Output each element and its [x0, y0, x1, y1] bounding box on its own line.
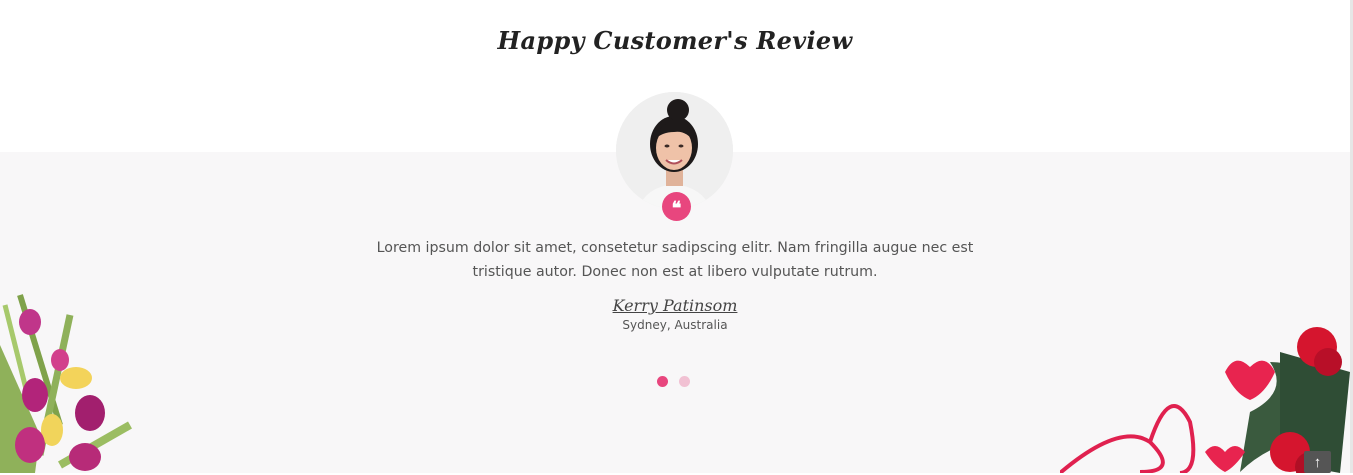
carousel-dot-2[interactable] — [679, 376, 690, 387]
reviewer-name[interactable]: Kerry Patinsom — [0, 296, 1350, 315]
back-to-top-button[interactable]: ↑ — [1304, 451, 1331, 473]
arrow-up-icon: ↑ — [1313, 454, 1322, 471]
tulips-decoration — [0, 294, 132, 473]
carousel-dot-1[interactable] — [657, 376, 668, 387]
review-text: Lorem ipsum dolor sit amet, consetetur s… — [376, 240, 974, 280]
section-title: Happy Customer's Review — [497, 26, 853, 55]
quote-icon: ❝ — [662, 192, 691, 221]
